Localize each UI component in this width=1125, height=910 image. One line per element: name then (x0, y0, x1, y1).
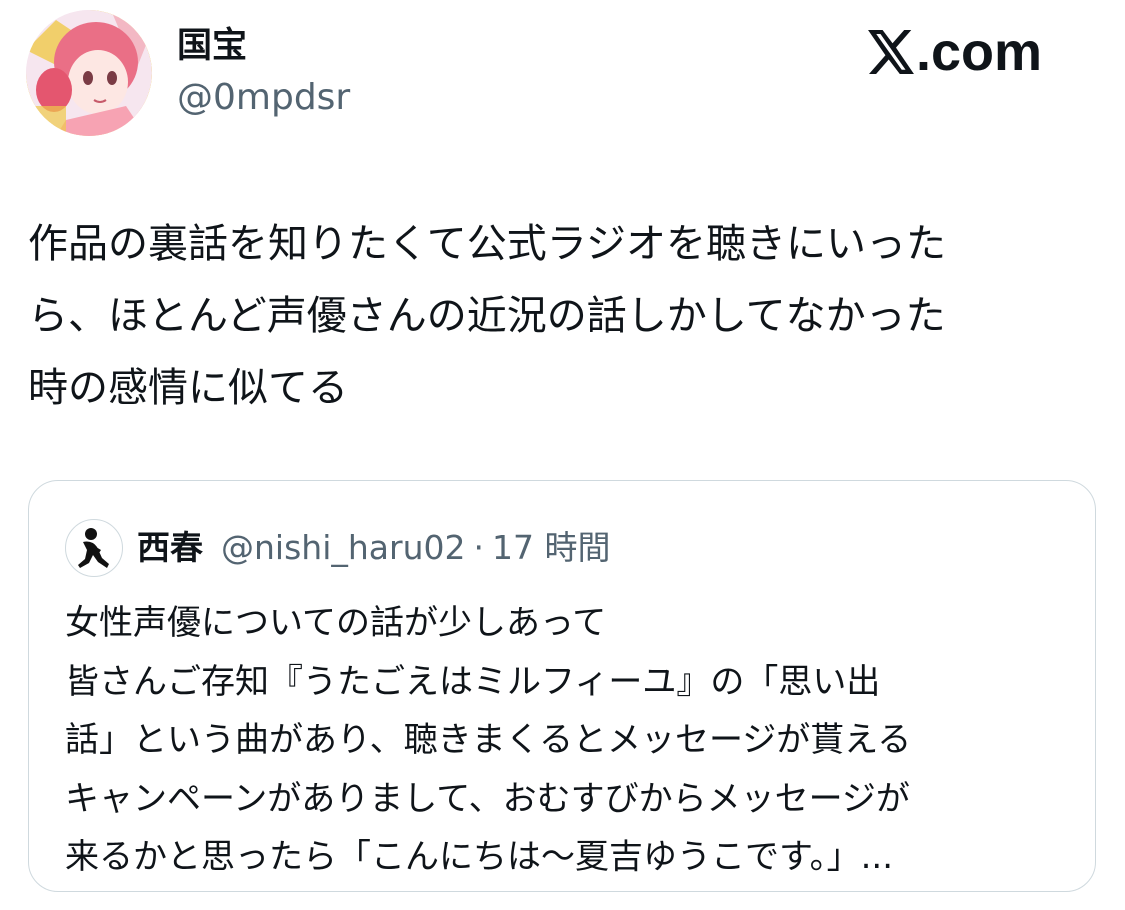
domain-text: .com (916, 22, 1043, 82)
author-handle[interactable]: @0mpdsr (177, 77, 350, 119)
sitting-person-icon (78, 528, 109, 568)
quoted-tweet-card[interactable]: 西春 @nishi_haru02 · 17 時間 女性声優についての話が少しあっ… (28, 480, 1096, 892)
quote-line: キャンペーンがありまして、おむすびからメッセージが (65, 778, 910, 819)
quote-line: 来るかと思ったら「こんにちは〜夏吉ゆうこです。」... (65, 837, 894, 877)
quote-line: 女性声優についての話が少しあって (65, 603, 607, 643)
author-display-name[interactable]: 国宝 (177, 25, 247, 67)
meta-separator: · (473, 528, 484, 567)
quote-author-handle[interactable]: @nishi_haru02 (221, 525, 465, 571)
quote-text: 女性声優についての話が少しあって 皆さんご存知『うたごえはミルフィーユ』の「思い… (65, 594, 1075, 887)
author-avatar[interactable] (26, 10, 152, 136)
quote-author-avatar[interactable] (65, 519, 123, 577)
tweet-line: 作品の裏話を知りたくて公式ラジオを聴きにいった (28, 221, 946, 267)
quote-line: 話」という曲があり、聴きまくるとメッセージが貰える (65, 720, 912, 760)
tweet-text: 作品の裏話を知りたくて公式ラジオを聴きにいった ら、ほとんど声優さんの近況の話し… (28, 208, 1088, 424)
x-logo-icon (868, 30, 914, 74)
tweet-line: 時の感情に似てる (28, 365, 348, 411)
tweet-line: ら、ほとんど声優さんの近況の話しかしてなかった (28, 293, 946, 339)
x-com-logo: .com (868, 22, 1042, 82)
quote-header: 西春 @nishi_haru02 · 17 時間 (137, 525, 610, 571)
quote-timestamp[interactable]: 17 時間 (492, 525, 610, 571)
quote-line: 皆さんご存知『うたごえはミルフィーユ』の「思い出 (65, 661, 881, 702)
anime-girl-avatar-icon (26, 10, 152, 136)
quote-author-name[interactable]: 西春 (137, 525, 203, 571)
